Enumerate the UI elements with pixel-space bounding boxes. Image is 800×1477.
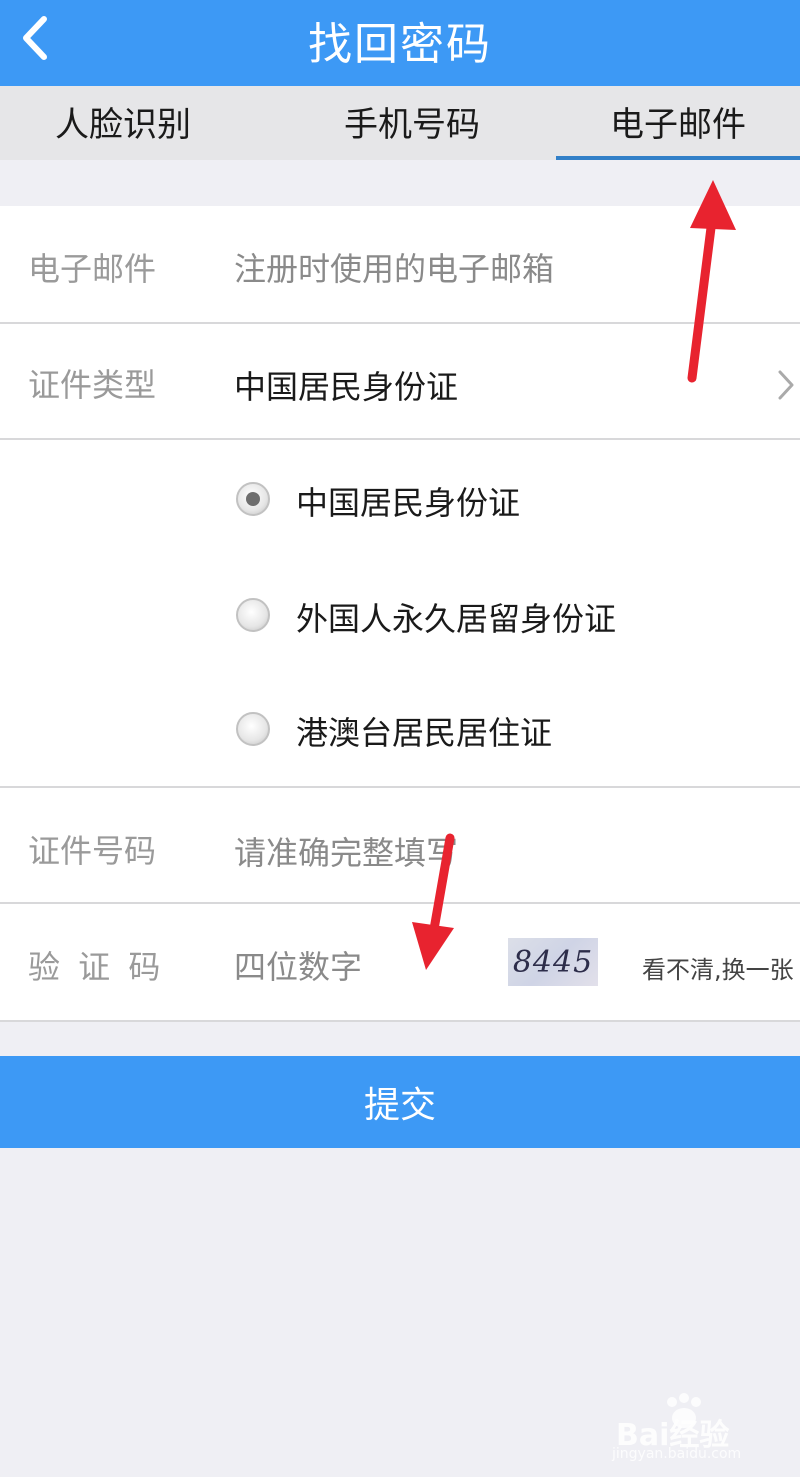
captcha-image-text: 8445	[512, 944, 594, 980]
id-type-label: 证件类型	[28, 366, 157, 404]
submit-button[interactable]: 提交	[0, 1056, 800, 1148]
baidu-watermark: Bai经验 jingyan.baidu.com	[612, 1388, 762, 1468]
email-label: 电子邮件	[28, 250, 157, 288]
option-cn-id-label[interactable]: 中国居民身份证	[296, 478, 520, 524]
id-options-group: 中国居民身份证 外国人永久居留身份证 港澳台居民居住证	[0, 440, 800, 788]
radio-icon-hkmt-id[interactable]	[236, 712, 270, 746]
captcha-image[interactable]: 8445	[508, 938, 598, 986]
captcha-label: 验 证 码	[28, 948, 165, 986]
radio-icon-foreign-id[interactable]	[236, 598, 270, 632]
option-foreign-id-label[interactable]: 外国人永久居留身份证	[296, 594, 616, 640]
tab-face-recognition[interactable]: 人脸识别	[0, 86, 246, 156]
watermark-url: jingyan.baidu.com	[612, 1446, 742, 1462]
id-type-value: 中国居民身份证	[234, 368, 459, 406]
tab-email[interactable]: 电子邮件	[556, 86, 800, 160]
captcha-row: 验 证 码 四位数字 8445 看不清,换一张	[0, 904, 800, 1022]
chevron-right-icon	[778, 370, 794, 400]
option-hkmt-id-label[interactable]: 港澳台居民居住证	[296, 708, 552, 754]
email-input[interactable]: 注册时使用的电子邮箱	[234, 244, 774, 290]
id-number-label: 证件号码	[28, 832, 157, 870]
id-type-row[interactable]: 证件类型 中国居民身份证	[0, 324, 800, 440]
page-title: 找回密码	[308, 19, 492, 70]
captcha-refresh-link[interactable]: 看不清,换一张	[642, 950, 800, 985]
radio-icon-cn-id[interactable]	[236, 482, 270, 516]
recovery-form: 电子邮件 注册时使用的电子邮箱 证件类型 中国居民身份证 中国居民身份证 外国人…	[0, 206, 800, 1022]
id-number-input[interactable]: 请准确完整填写	[234, 828, 774, 874]
email-row: 电子邮件 注册时使用的电子邮箱	[0, 206, 800, 324]
app-header: 找回密码	[0, 0, 800, 86]
id-number-row: 证件号码 请准确完整填写	[0, 788, 800, 904]
tab-phone-number[interactable]: 手机号码	[282, 86, 542, 156]
captcha-input[interactable]: 四位数字	[234, 942, 494, 988]
tab-bar: 人脸识别 手机号码 电子邮件	[0, 86, 800, 160]
